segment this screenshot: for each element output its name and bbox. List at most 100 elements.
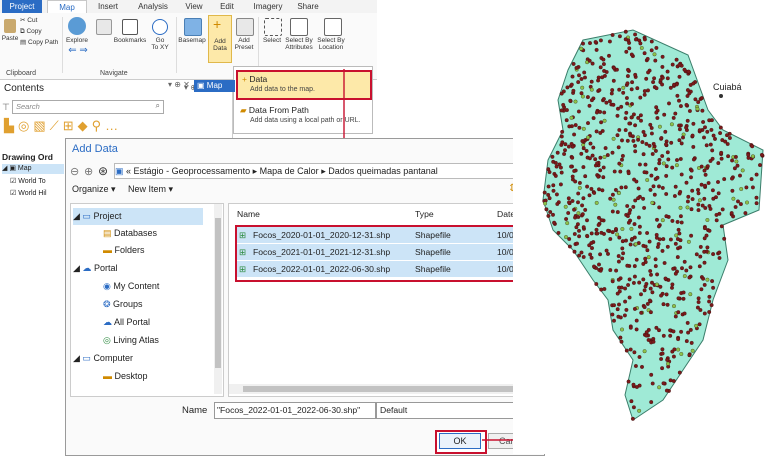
tab-project[interactable]: Project — [2, 0, 42, 13]
add-icon: + — [213, 16, 222, 32]
file-row[interactable]: ⊞ Focos_2021-01-01_2021-12-31.shp Shapef… — [237, 244, 533, 260]
explore-label[interactable]: Explore — [62, 37, 92, 44]
layer-world-hillshade[interactable]: ☑ World Hil — [10, 189, 47, 197]
fire-point — [654, 110, 659, 115]
add-preset-label[interactable]: Add Preset — [232, 37, 256, 51]
fire-point — [654, 105, 659, 110]
breadcrumb-item[interactable]: Dados queimadas pantanal — [328, 166, 438, 176]
file-row[interactable]: ⊞ Focos_2020-01-01_2020-12-31.shp Shapef… — [237, 227, 533, 243]
expand-icon[interactable]: ◢ — [73, 211, 82, 221]
fire-point — [579, 77, 584, 81]
select-icon[interactable] — [264, 18, 282, 36]
tree-item-all-portal[interactable]: ☁ All Portal — [103, 314, 150, 331]
fire-point — [627, 295, 632, 300]
ok-button[interactable]: OK — [439, 433, 481, 449]
tree-item-living-atlas[interactable]: ◎ Living Atlas — [103, 332, 159, 349]
fire-point — [647, 239, 652, 244]
file-row[interactable]: ⊞ Focos_2022-01-01_2022-06-30.shp Shapef… — [237, 261, 533, 277]
map-canvas[interactable]: Cuiabá — [513, 0, 769, 454]
contents-toolbar-icons[interactable]: ▙◎▧⟋⊞◆⚲… — [4, 118, 164, 134]
select-by-location-icon[interactable] — [324, 18, 342, 36]
fire-point — [672, 194, 677, 198]
fire-point — [570, 174, 575, 179]
fire-point — [655, 272, 660, 277]
column-header-name[interactable]: Name — [237, 206, 260, 222]
paste-icon[interactable] — [4, 19, 16, 33]
tab-view[interactable]: View — [178, 0, 210, 13]
nav-forward-icon[interactable]: ⊕ — [84, 165, 93, 178]
breadcrumb[interactable]: ▣ « Estágio - Geoprocessamento ▸ Mapa de… — [114, 163, 522, 179]
tree-item-portal[interactable]: ◢ ☁ Portal — [73, 260, 117, 277]
organize-menu[interactable]: Organize ▾ — [72, 184, 116, 195]
go-to-xy-icon[interactable] — [152, 19, 168, 35]
expand-icon[interactable]: ◢ — [73, 263, 82, 273]
zoom-grid-icon[interactable] — [96, 19, 112, 35]
file-name-input[interactable]: "Focos_2022-01-01_2022-06-30.shp" — [214, 402, 376, 419]
tab-insert[interactable]: Insert — [89, 0, 127, 13]
tree-item-databases[interactable]: ▤ Databases — [103, 225, 157, 242]
layer-world-topo[interactable]: ☑ World To — [10, 177, 46, 185]
tree-scrollbar-thumb[interactable] — [215, 218, 221, 368]
breadcrumb-item[interactable]: Mapa de Calor — [260, 166, 319, 176]
checkbox-checked-icon[interactable]: ☑ — [10, 190, 18, 197]
fire-point — [601, 97, 606, 101]
bookmarks-label[interactable]: Bookmarks — [112, 37, 148, 44]
fire-point — [675, 219, 680, 224]
column-header-type[interactable]: Type — [415, 206, 434, 222]
breadcrumb-item[interactable]: Estágio - Geoprocessamento — [134, 166, 251, 176]
fire-point — [645, 231, 650, 235]
tree-item-project[interactable]: ◢ ▭ Project — [73, 208, 203, 225]
nav-back-icon[interactable]: ⊖ — [70, 165, 79, 178]
hscrollbar-thumb[interactable] — [243, 386, 513, 392]
fire-point — [705, 218, 710, 222]
map-view-tab[interactable]: ▣ Map — [194, 80, 235, 92]
fire-point — [580, 85, 585, 90]
tree-item-my-content[interactable]: ◉ My Content — [103, 278, 159, 295]
bookmarks-icon[interactable] — [122, 19, 138, 35]
fire-point — [659, 293, 664, 298]
tree-item-desktop[interactable]: ▬ Desktop — [103, 368, 148, 385]
fire-point — [626, 283, 631, 287]
fire-point — [684, 180, 689, 185]
file-list-hscrollbar[interactable] — [229, 384, 539, 394]
tab-edit[interactable]: Edit — [213, 0, 241, 13]
add-preset-icon[interactable] — [236, 18, 254, 36]
tree-item-groups[interactable]: ❂ Groups — [103, 296, 143, 313]
basemap-label[interactable]: Basemap — [176, 37, 208, 44]
tab-map[interactable]: Map — [47, 0, 87, 14]
copy-button[interactable]: ⧉ Copy — [20, 28, 42, 35]
paste-label[interactable]: Paste — [0, 35, 20, 42]
fire-point — [631, 204, 636, 209]
tree-item-folders[interactable]: ▬ Folders — [103, 242, 145, 259]
go-to-xy-label[interactable]: Go To XY — [148, 37, 172, 51]
fire-point — [610, 312, 615, 317]
tab-analysis[interactable]: Analysis — [130, 0, 176, 13]
dropdown-item-data-desc: Add data to the map. — [250, 86, 315, 93]
select-label[interactable]: Select — [260, 37, 284, 44]
select-by-attributes-label[interactable]: Select By Attributes — [284, 37, 314, 51]
back-forward-icon[interactable]: ⇐ ⇒ — [66, 46, 90, 56]
cut-button[interactable]: ✂ Cut — [20, 17, 37, 24]
layer-map[interactable]: ◢ ▣ Map — [2, 164, 64, 174]
tab-imagery[interactable]: Imagery — [248, 0, 288, 13]
expand-icon[interactable]: ◢ — [73, 353, 82, 363]
fire-point — [661, 237, 666, 242]
tree-item-computer[interactable]: ◢ ▭ Computer — [73, 350, 133, 367]
tab-share[interactable]: Share — [292, 0, 324, 13]
new-item-menu[interactable]: New Item ▾ — [128, 184, 173, 195]
contents-search-input[interactable]: Search ⌕ — [12, 100, 164, 114]
explore-icon[interactable] — [68, 17, 86, 35]
basemap-icon[interactable] — [184, 18, 202, 36]
checkbox-checked-icon[interactable]: ☑ — [10, 178, 18, 185]
filter-icon[interactable]: ⊤ — [2, 102, 10, 113]
tree-scrollbar[interactable] — [214, 204, 222, 394]
copy-path-button[interactable]: ▤ Copy Path — [20, 39, 58, 46]
nav-up-icon[interactable]: ⊛ — [98, 164, 108, 178]
select-by-attributes-icon[interactable] — [290, 18, 308, 36]
fire-point — [685, 320, 690, 325]
fire-point — [614, 227, 618, 231]
fire-point — [670, 349, 675, 354]
add-data-button[interactable]: + Add Data — [208, 15, 232, 63]
fire-point — [701, 276, 706, 281]
select-by-location-label[interactable]: Select By Location — [314, 37, 348, 51]
